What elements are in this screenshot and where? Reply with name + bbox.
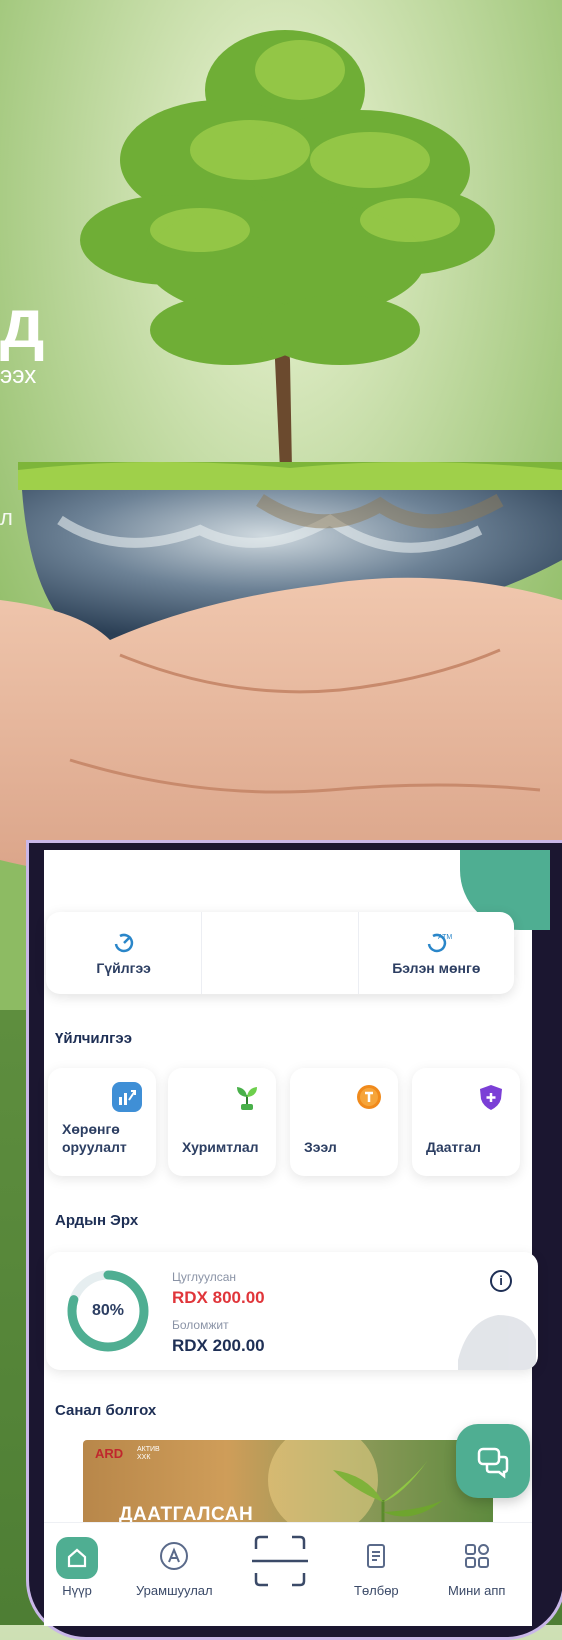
loan-coin-icon [354,1082,384,1112]
chat-button[interactable] [456,1424,530,1498]
atm-icon: ATM [423,930,453,956]
cash-label: Бэлэн мөнгө [392,960,481,976]
hero-subtitle-fragment: ээх [0,362,37,389]
service-insurance[interactable]: Даатгал [412,1068,520,1176]
nav-scan[interactable] [250,1531,310,1591]
nav-mini-apps[interactable]: Мини апп [448,1537,505,1598]
nav-rewards-label: Урамшуулал [136,1583,213,1598]
services-title: Үйлчилгээ [55,1030,132,1047]
investment-chart-icon [112,1082,142,1112]
info-icon[interactable]: i [490,1270,512,1292]
svg-text:ATM: ATM [438,934,452,941]
collected-value: RDX 800.00 [172,1288,265,1307]
service-savings-label: Хуримтлал [182,1138,259,1155]
nav-rewards[interactable]: Урамшуулал [136,1537,213,1598]
bottom-navigation: Нүүр Урамшуулал Төлбөр Мини апп [44,1522,532,1626]
offers-title: Санал болгох [55,1402,157,1419]
nav-payment[interactable]: Төлбөр [354,1537,399,1598]
ardyn-erkh-title: Ардын Эрх [55,1212,139,1229]
service-investment[interactable]: Хөрөнгө оруулалт [48,1068,156,1176]
service-insurance-label: Даатгал [426,1138,481,1155]
transfer-icon [111,930,137,956]
nav-home[interactable]: Нүүр [56,1537,98,1598]
available-label: Боломжит [172,1318,229,1332]
service-savings[interactable]: Хуримтлал [168,1068,276,1176]
hero-title-fragment: д [0,284,45,362]
reward-icon [155,1537,193,1575]
horse-emblem-icon [458,1315,536,1370]
scan-icon [250,1531,310,1591]
receipt-icon [357,1537,395,1575]
hidden-action[interactable] [202,912,359,994]
progress-percent: 80% [91,1302,125,1319]
shield-plus-icon [476,1082,506,1112]
transfer-action[interactable]: Гүйлгээ [46,912,203,994]
apps-grid-icon [458,1537,496,1575]
ardyn-erkh-card[interactable]: 80% Цуглуулсан RDX 800.00 Боломжит RDX 2… [46,1252,538,1370]
service-loan-label: Зээл [304,1138,337,1155]
service-loan[interactable]: Зээл [290,1068,398,1176]
quick-actions-card: Гүйлгээ ATM Бэлэн мөнгө [46,912,514,994]
hero-side-text-fragment: л [0,505,13,530]
ard-logo-subtext: АКТИВ ХХК [137,1446,160,1461]
nav-home-label: Нүүр [62,1583,92,1598]
nav-mini-apps-label: Мини апп [448,1583,506,1598]
home-icon [56,1537,98,1579]
cash-action[interactable]: ATM Бэлэн мөнгө [359,912,514,994]
available-value: RDX 200.00 [172,1336,265,1355]
nav-payment-label: Төлбөр [354,1583,399,1598]
transfer-label: Гүйлгээ [96,960,151,976]
ard-logo: ARD [95,1446,124,1461]
collected-label: Цуглуулсан [172,1270,237,1284]
service-investment-label: Хөрөнгө оруулалт [62,1121,127,1155]
plant-savings-icon [232,1082,262,1112]
chat-icon [477,1447,509,1479]
